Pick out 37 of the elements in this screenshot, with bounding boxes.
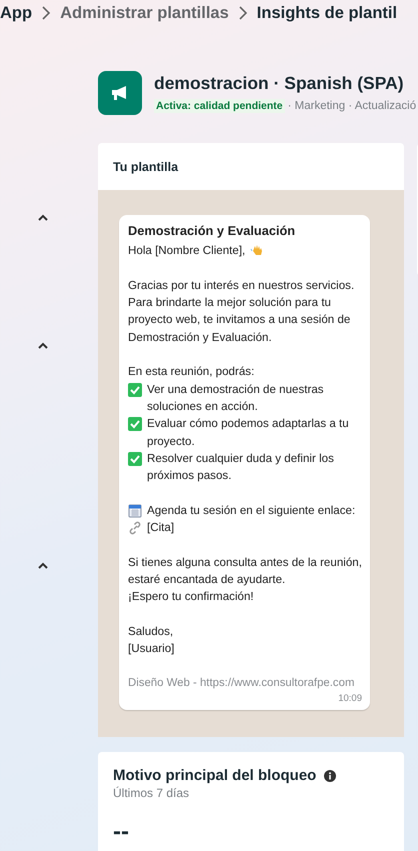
- message-text: ¡Espero tu confirmación!: [128, 589, 255, 606]
- hand-icon: [250, 243, 264, 258]
- calendar-icon: [128, 504, 142, 518]
- message-footer: Diseño Web - https://www.consultorafpe.com: [128, 674, 362, 692]
- message-text: Resolver cualquier duda y definir los próximos pasos.: [147, 450, 335, 484]
- template-title: demostracion · Spanish (SPA): [154, 72, 405, 94]
- check-icon: [128, 382, 142, 397]
- message-text: Gracias por tu interés en nuestros servicios. Para brindarte la mejor solución para tu proyecto web, te invitamos a una sesión de Demostración y Evaluación.: [128, 278, 356, 346]
- message-header: Demostración y Evaluación: [128, 222, 296, 240]
- chevron-up-icon[interactable]: [38, 342, 48, 348]
- check-icon: [128, 417, 142, 432]
- card-title: Motivo principal del bloqueo: [113, 767, 316, 784]
- message-text: Si tienes alguna consulta antes de la reunión, estaré encantada de ayudarte.: [128, 554, 362, 588]
- breadcrumb-link[interactable]: App: [0, 4, 32, 22]
- metric-value: --: [113, 818, 130, 846]
- timestamp: 10:09: [338, 692, 362, 706]
- chevron-up-icon[interactable]: [38, 214, 48, 220]
- info-icon: [324, 770, 336, 782]
- card-title: Tu plantilla: [112, 158, 180, 176]
- message-text: Hola [Nombre Cliente],: [128, 243, 246, 260]
- message-text: Ver una demostración de nuestras soluciones en acción.: [147, 382, 325, 415]
- period-label: Últimos 7 días: [113, 786, 190, 800]
- message-text: [Usuario]: [128, 641, 176, 658]
- breadcrumb-link[interactable]: Administrar plantillas: [60, 4, 229, 22]
- megaphone-icon: [98, 70, 142, 114]
- check-icon: [128, 452, 142, 466]
- message-text: Evaluar cómo podemos adaptarlas a tu proyecto.: [147, 416, 350, 450]
- chevron-right-icon: [41, 6, 52, 20]
- message-text: Agenda tu sesión en el siguiente enlace:: [147, 502, 356, 519]
- template-meta: · Marketing · Actualizació: [288, 100, 416, 112]
- message-text: [Cita]: [147, 520, 174, 536]
- message-text: Saludos,: [128, 624, 174, 640]
- message-text: En esta reunión, podrás:: [128, 364, 256, 380]
- status-badge: Activa: calidad pendiente: [154, 98, 285, 112]
- link-icon: [128, 521, 142, 536]
- chevron-right-icon: [238, 6, 248, 20]
- chevron-up-icon[interactable]: [38, 562, 48, 568]
